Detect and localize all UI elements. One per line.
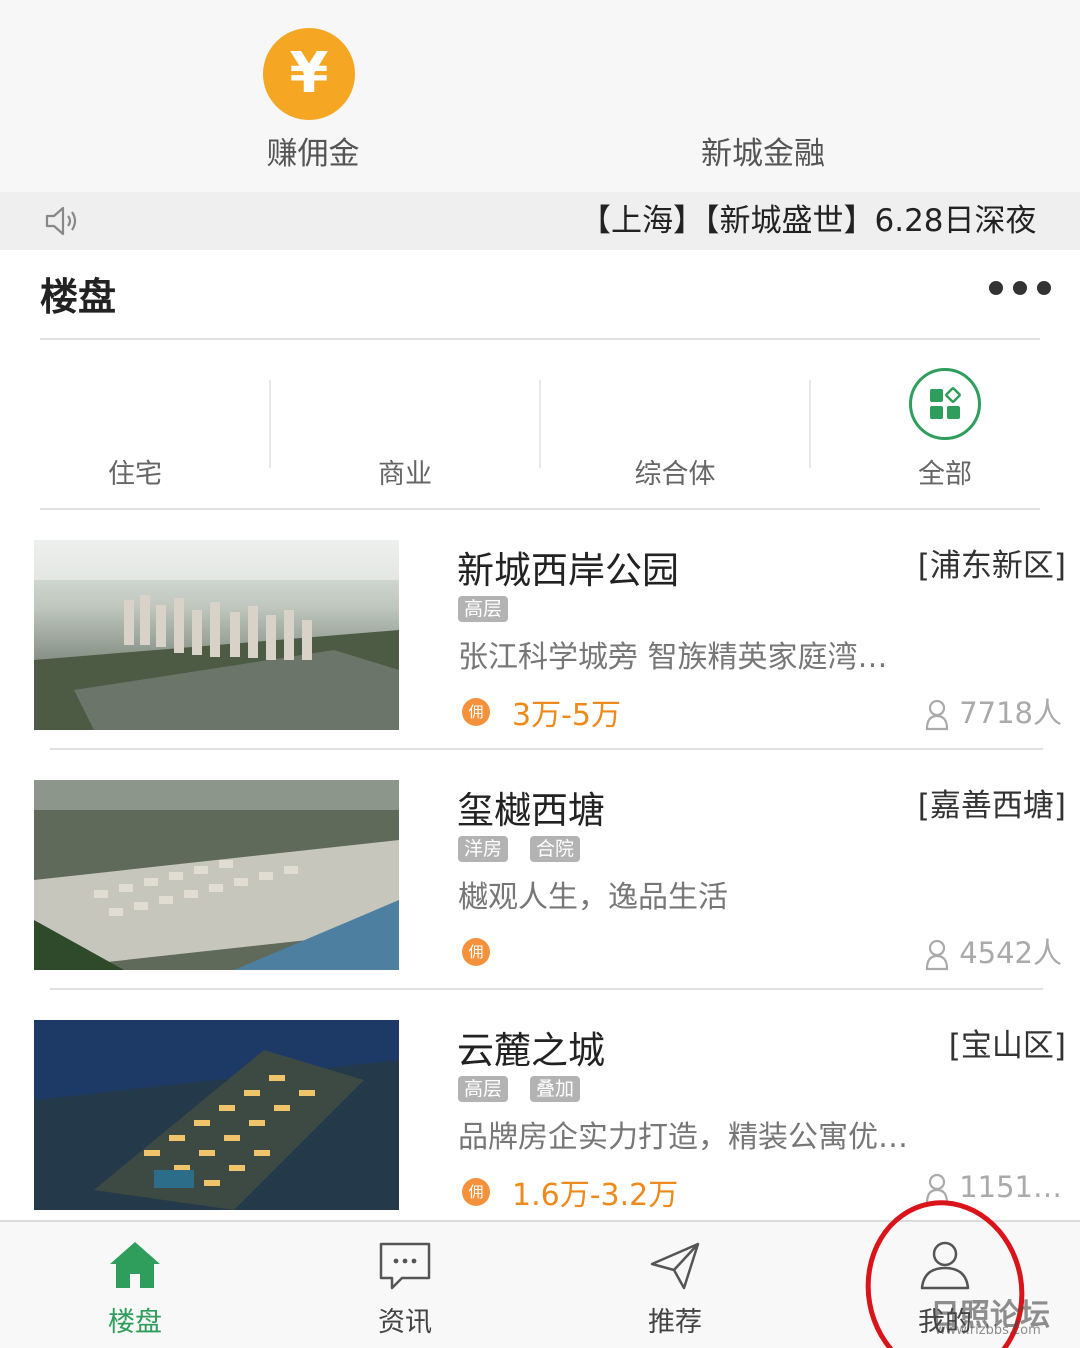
commission-price: 3万-5万 — [512, 698, 621, 733]
watermark-url: www.rizbbs.com — [935, 1323, 1041, 1338]
commission-badge: 佣 — [462, 698, 490, 726]
person-icon — [926, 699, 949, 731]
property-tags: 高层 — [458, 596, 530, 622]
property-tag: 洋房 — [458, 836, 509, 862]
tab-recommend[interactable]: 推荐 — [540, 1222, 810, 1348]
property-card[interactable]: 云麓之城 [宝山区] 高层 叠加 品牌房企实力打造，精装公寓优… 佣 1.6万-3… — [0, 990, 1080, 1230]
earn-commission-entry[interactable]: ¥ 赚佣金 — [163, 0, 463, 192]
property-district: [嘉善西塘] — [917, 788, 1066, 824]
commission-badge: 佣 — [462, 938, 490, 966]
announcement-marquee[interactable]: 【上海】【新城盛世】6.28日深夜 — [0, 192, 1080, 250]
property-tag: 高层 — [458, 1076, 509, 1102]
section-title: 楼盘 — [40, 275, 117, 319]
category-label: 住宅 — [108, 459, 162, 490]
tab-label: 资讯 — [378, 1307, 432, 1338]
property-image — [34, 1020, 399, 1210]
more-options-icon[interactable] — [985, 278, 1055, 298]
xincheng-finance-label: 新城金融 — [701, 136, 825, 172]
tab-properties[interactable]: 楼盘 — [0, 1222, 270, 1348]
xincheng-finance-entry[interactable]: 新城金融 — [613, 0, 913, 192]
property-description: 樾观人生，逸品生活 — [458, 880, 728, 915]
property-name: 新城西岸公园 — [457, 549, 679, 592]
view-count-text: 4542人 — [959, 936, 1062, 970]
tab-news[interactable]: 资讯 — [270, 1222, 540, 1348]
send-icon — [650, 1242, 700, 1290]
category-commercial[interactable]: 商业 — [270, 340, 540, 508]
property-tag: 高层 — [458, 596, 509, 622]
property-description: 品牌房企实力打造，精装公寓优… — [458, 1120, 908, 1155]
home-icon — [110, 1242, 160, 1288]
property-card[interactable]: 玺樾西塘 [嘉善西塘] 洋房 合院 樾观人生，逸品生活 佣 4542人 — [0, 750, 1080, 990]
property-tag: 合院 — [530, 836, 581, 862]
property-tags: 洋房 合院 — [458, 836, 602, 862]
category-label: 综合体 — [634, 459, 716, 490]
chat-icon — [379, 1242, 431, 1290]
grid-icon — [909, 368, 981, 440]
category-residential[interactable]: 住宅 — [0, 340, 270, 508]
property-tag: 叠加 — [530, 1076, 581, 1102]
commission-badge: 佣 — [462, 1178, 490, 1206]
marquee-text: 【上海】【新城盛世】6.28日深夜 — [580, 203, 1037, 239]
category-label: 全部 — [918, 459, 972, 490]
category-complex[interactable]: 综合体 — [540, 340, 810, 508]
category-tabs: 住宅 商业 综合体 全部 — [0, 340, 1080, 508]
property-name: 玺樾西塘 — [457, 789, 605, 832]
property-image — [34, 540, 399, 730]
earn-commission-label: 赚佣金 — [266, 136, 360, 172]
property-district: [宝山区] — [948, 1028, 1066, 1064]
view-count: 7718人 — [925, 690, 1062, 732]
tab-label: 楼盘 — [108, 1307, 162, 1338]
property-tags: 高层 叠加 — [458, 1076, 602, 1102]
property-district: [浦东新区] — [917, 548, 1066, 584]
speaker-icon — [45, 206, 77, 236]
view-count: 4542人 — [925, 930, 1062, 972]
property-name: 云麓之城 — [457, 1029, 605, 1072]
property-card[interactable]: 新城西岸公园 [浦东新区] 高层 张江科学城旁 智族精英家庭湾… 佣 3万-5万… — [0, 510, 1080, 750]
tab-label: 推荐 — [648, 1307, 702, 1338]
property-image — [34, 780, 399, 970]
quick-entry-bar: ¥ 赚佣金 新城金融 — [0, 0, 1080, 192]
property-description: 张江科学城旁 智族精英家庭湾… — [458, 640, 888, 675]
commission-price: 1.6万-3.2万 — [512, 1178, 679, 1213]
view-count-text: 7718人 — [959, 696, 1062, 730]
category-all[interactable]: 全部 — [810, 340, 1080, 508]
category-label: 商业 — [378, 459, 432, 490]
yen-coin-icon: ¥ — [263, 28, 355, 120]
person-icon — [926, 939, 949, 971]
view-count-text: 1151… — [959, 1170, 1062, 1204]
